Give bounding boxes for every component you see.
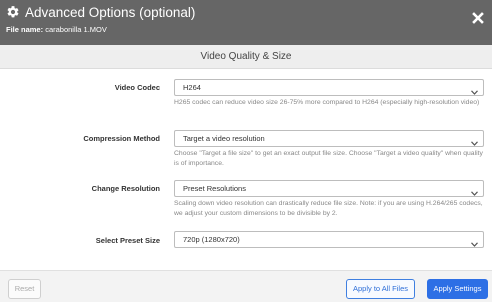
file-name-label: File name: — [6, 25, 44, 34]
apply-to-all-files-button[interactable]: Apply to All Files — [346, 279, 415, 299]
chevron-down-icon — [471, 85, 478, 95]
video-codec-select[interactable]: H264 — [174, 79, 484, 96]
chevron-down-icon — [471, 237, 478, 247]
change-resolution-value: Preset Resolutions — [183, 184, 246, 193]
compression-method-help: Choose "Target a file size" to get an ex… — [174, 150, 483, 167]
preset-size-select[interactable]: 720p (1280x720) — [174, 231, 484, 248]
video-codec-value: H264 — [183, 83, 201, 92]
video-codec-label: Video Codec — [114, 83, 160, 92]
compression-method-select[interactable]: Target a video resolution — [174, 130, 484, 147]
video-codec-help: H265 codec can reduce video size 26-75% … — [174, 99, 480, 106]
chevron-down-icon — [471, 186, 478, 196]
apply-settings-button[interactable]: Apply Settings — [427, 279, 488, 299]
reset-button[interactable]: Reset — [8, 279, 41, 299]
compression-method-label: Compression Method — [83, 134, 160, 143]
change-resolution-select[interactable]: Preset Resolutions — [174, 180, 484, 197]
file-name-value: carabonilla 1.MOV — [45, 25, 107, 34]
preset-size-label: Select Preset Size — [95, 236, 160, 245]
close-icon[interactable] — [472, 11, 484, 24]
file-name-line: File name: carabonilla 1.MOV — [6, 25, 107, 34]
section-title: Video Quality & Size — [0, 45, 492, 69]
compression-method-value: Target a video resolution — [183, 134, 265, 143]
preset-size-value: 720p (1280x720) — [183, 235, 240, 244]
change-resolution-help: Scaling down video resolution can drasti… — [174, 200, 483, 217]
dialog-title-row: Advanced Options (optional) — [6, 3, 195, 21]
chevron-down-icon — [471, 136, 478, 146]
dialog-title: Advanced Options (optional) — [25, 4, 196, 20]
change-resolution-label: Change Resolution — [91, 184, 160, 193]
dialog-footer — [0, 270, 492, 302]
gear-icon — [6, 5, 20, 19]
dialog-header: Advanced Options (optional) File name: c… — [0, 0, 492, 45]
